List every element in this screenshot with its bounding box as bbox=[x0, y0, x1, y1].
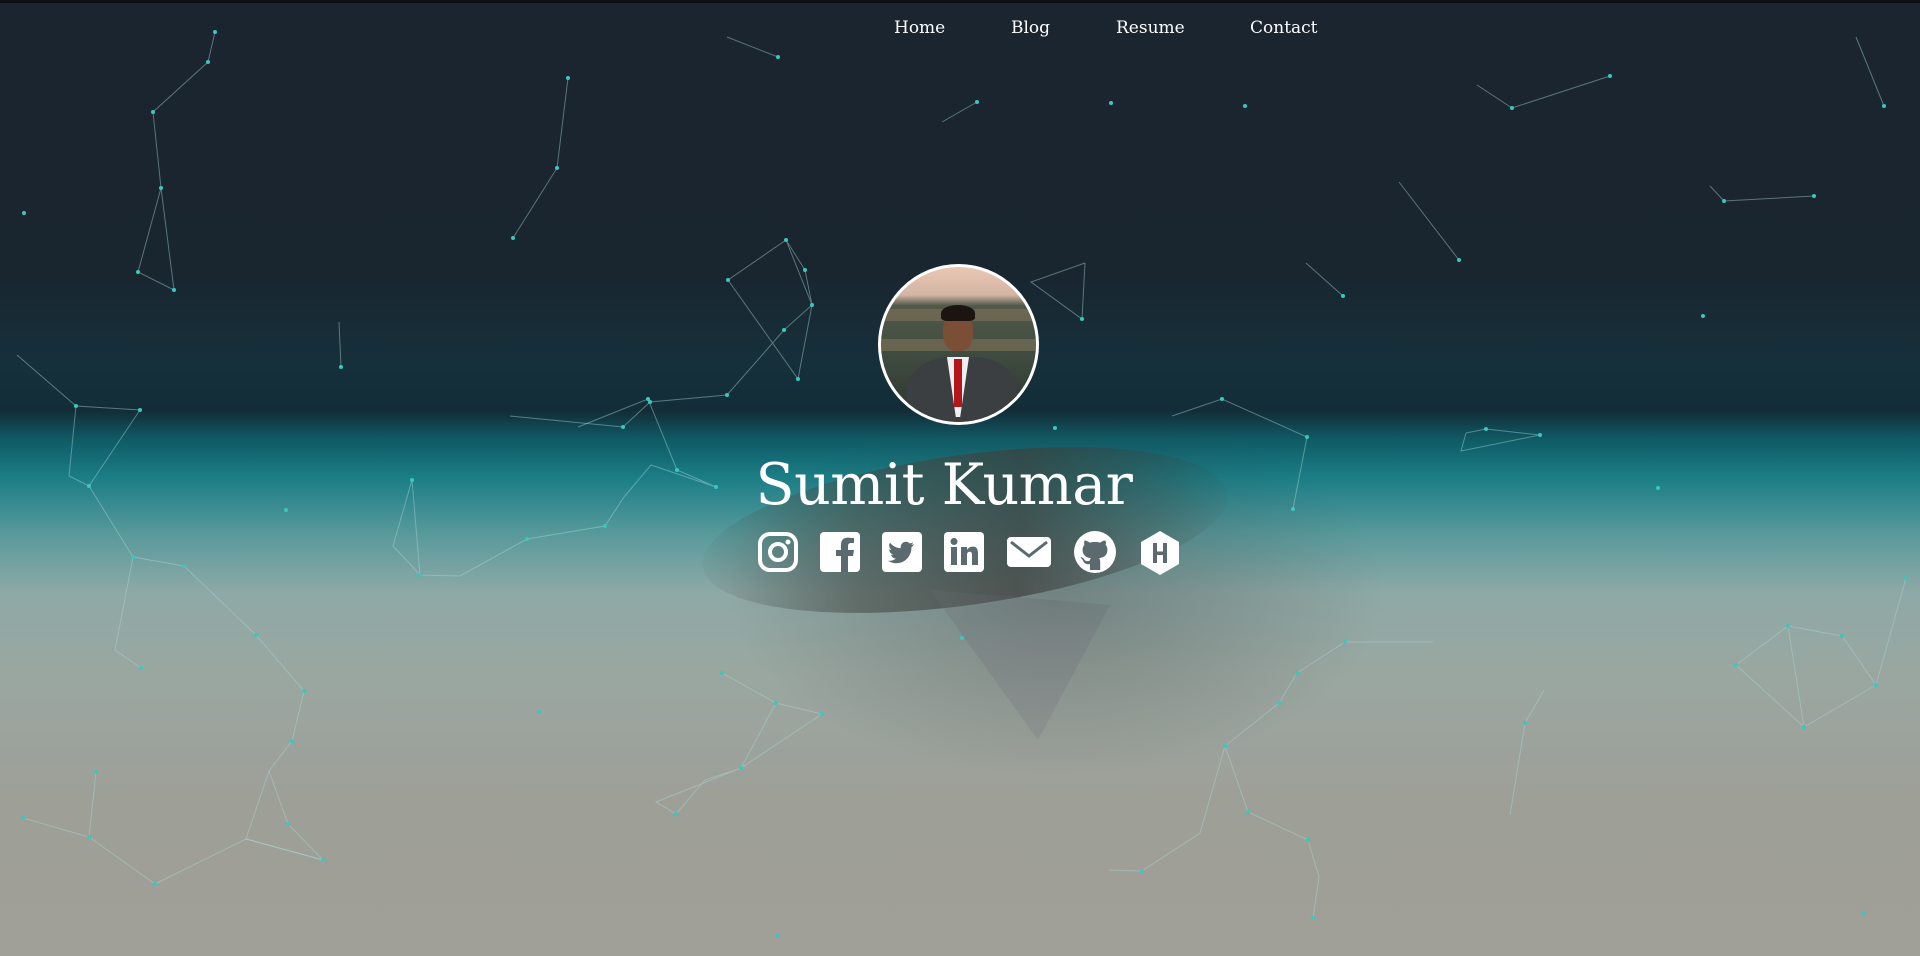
email-icon[interactable] bbox=[1006, 530, 1052, 574]
avatar-hair bbox=[941, 305, 975, 321]
nav-blog[interactable]: Blog bbox=[1011, 18, 1050, 38]
profile-name: Sumit Kumar bbox=[755, 452, 1133, 518]
nav-home[interactable]: Home bbox=[894, 18, 945, 38]
linkedin-icon[interactable] bbox=[942, 530, 986, 574]
top-nav: Home Blog Resume Contact bbox=[0, 18, 1920, 46]
social-links bbox=[0, 530, 1920, 580]
github-icon[interactable] bbox=[1073, 530, 1117, 574]
twitter-icon[interactable] bbox=[880, 530, 924, 574]
instagram-icon[interactable] bbox=[756, 530, 800, 574]
nav-resume[interactable]: Resume bbox=[1116, 18, 1185, 38]
nav-contact[interactable]: Contact bbox=[1250, 18, 1318, 38]
avatar bbox=[878, 264, 1039, 425]
facebook-icon[interactable] bbox=[818, 530, 862, 574]
avatar-tie bbox=[954, 359, 962, 407]
hashnode-icon[interactable] bbox=[1137, 530, 1183, 575]
